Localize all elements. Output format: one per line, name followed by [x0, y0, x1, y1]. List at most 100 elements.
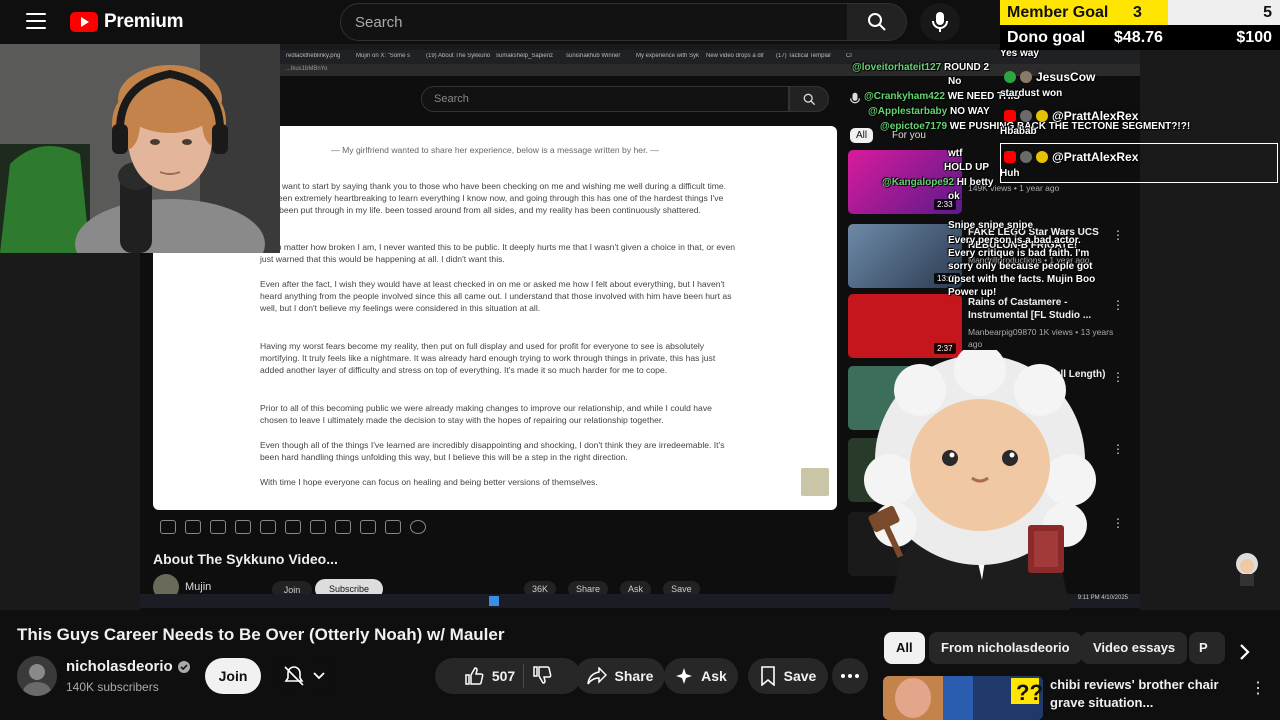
document-paragraph: With time I hope everyone can focus on h…	[260, 477, 598, 487]
voice-search-button[interactable]	[920, 3, 960, 41]
member-goal-label: Member Goal	[1007, 4, 1109, 21]
side-video-title[interactable]: chibi reviews' brother chair grave situa…	[1050, 676, 1240, 712]
document-paragraph: ere, I want to start by saying thank you…	[260, 181, 727, 215]
chip-partial[interactable]: P	[1189, 632, 1225, 664]
thumbs-down-icon	[533, 665, 552, 684]
webcam-feed	[0, 44, 280, 253]
dono-goal: Dono goal $48.76 $100	[1000, 25, 1280, 50]
toolbar-icon	[310, 520, 326, 534]
search-icon	[867, 13, 886, 31]
streamer-webcam-image	[0, 44, 280, 253]
browser-tab: New video drops a dif	[706, 53, 764, 59]
browser-tab: sunishakhub Winner	[566, 53, 621, 59]
browser-tab: My experience with Syk	[636, 53, 700, 59]
avatar-thumbnail	[801, 468, 829, 496]
more-icon: ⋮	[1112, 370, 1124, 384]
toolbar-icon	[385, 520, 401, 534]
chat-message: @Crankyham422 WE NEED THIS	[864, 91, 1020, 102]
chat-message: Snipe snipe snipe	[948, 220, 1034, 231]
chat-username: @PrattAlexRex	[1052, 109, 1139, 123]
logo-text: Premium	[104, 11, 184, 32]
more-actions-button[interactable]	[832, 658, 868, 694]
toolbar-icon	[160, 520, 176, 534]
chat-message: stardust won	[1000, 88, 1063, 99]
more-icon: ⋮	[1112, 228, 1124, 242]
youtube-premium-logo[interactable]: Premium	[70, 11, 184, 33]
browser-tab: (17) Tactical Templar	[776, 53, 832, 59]
ask-label: Ask	[701, 668, 727, 684]
search-input[interactable]: Search	[340, 3, 848, 41]
more-icon: ⋮	[1112, 298, 1124, 312]
browser-tab: (19) About The Sykkuno	[426, 53, 491, 59]
document-paragraph: gh no matter how broken I am, I never wa…	[260, 242, 736, 264]
video-title: This Guys Career Needs to Be Over (Otter…	[17, 625, 505, 644]
sparkle-icon	[676, 668, 693, 684]
captured-rec-item: 2:37 Rains of Castamere - Instrumental […	[848, 294, 1134, 358]
toolbar-icon	[235, 520, 251, 534]
thumbs-up-icon	[465, 667, 484, 685]
like-count: 507	[491, 668, 516, 684]
more-icon: ⋮	[1112, 442, 1124, 456]
more-vertical-icon[interactable]: ⋮	[1250, 678, 1266, 698]
live-chat-overlay: Yes way @loveitorhateit127 ROUND 2 No @C…	[848, 48, 1280, 298]
member-goal: Member Goal 3 5	[1000, 0, 1280, 25]
search-placeholder: Search	[355, 13, 403, 31]
dislike-button[interactable]	[532, 665, 552, 688]
chevron-right-icon[interactable]	[1232, 640, 1256, 664]
member-goal-current: 3	[1133, 4, 1142, 21]
toolbar-icon	[210, 520, 226, 534]
like-divider	[523, 664, 525, 688]
toolbar-icon	[360, 520, 376, 534]
member-goal-target: 5	[1263, 4, 1272, 21]
dono-goal-target: $100	[1236, 29, 1272, 46]
toolbar-icon	[335, 520, 351, 534]
join-button[interactable]: Join	[205, 658, 261, 694]
captured-search-button	[789, 86, 829, 112]
verified-icon	[177, 660, 190, 673]
chat-message: Every person is a bad actor. Every criti…	[948, 235, 1096, 298]
document-paragraph: Prior to all of this becoming public we …	[260, 403, 712, 425]
browser-tab: Mujin on X: "Some s	[356, 53, 411, 59]
ask-button[interactable]: Ask	[664, 658, 738, 694]
judge-mascot-image	[864, 350, 1096, 610]
like-dislike-group: 507	[435, 658, 581, 694]
toolbar-icon	[285, 520, 301, 534]
share-label: Share	[614, 668, 654, 684]
channel-avatar[interactable]	[17, 656, 57, 696]
captured-video-title: About The Sykkuno Video...	[153, 551, 338, 567]
chip-all[interactable]: All	[884, 632, 925, 664]
youtube-badge-icon	[1004, 110, 1016, 122]
captured-toolbar	[160, 520, 426, 534]
join-label: Join	[218, 668, 248, 684]
captured-channel-name: Mujin	[185, 581, 212, 593]
chip-from-channel[interactable]: From nicholasdeorio	[929, 632, 1082, 664]
chat-username: JesusCow	[1036, 70, 1096, 84]
dono-goal-current: $48.76	[1114, 29, 1163, 46]
user-avatar	[1020, 110, 1032, 122]
user-avatar	[1020, 71, 1032, 83]
captured-search-placeholder: Search	[434, 93, 469, 105]
channel-name-text: nicholasdeorio	[66, 658, 173, 675]
browser-tab: sumakshelp_Sapienz	[496, 53, 554, 59]
save-button[interactable]: Save	[748, 658, 828, 694]
dono-goal-label: Dono goal	[1007, 29, 1086, 46]
side-video-thumbnail[interactable]: ??	[883, 676, 1043, 720]
gear-icon	[410, 520, 426, 534]
member-badge-icon	[1004, 71, 1016, 83]
chevron-down-icon	[313, 672, 325, 680]
document-paragraph: Having my worst fears become my reality,…	[260, 341, 716, 375]
notifications-button[interactable]	[272, 658, 336, 694]
share-button[interactable]: Share	[575, 658, 665, 694]
chat-message: No	[948, 76, 962, 87]
toolbar-icon	[185, 520, 201, 534]
channel-name[interactable]: nicholasdeorio	[66, 658, 190, 675]
share-icon	[586, 667, 607, 685]
mini-mascot-icon	[1234, 552, 1260, 586]
toolbar-icon	[260, 520, 276, 534]
save-label: Save	[783, 668, 817, 684]
menu-icon[interactable]	[26, 13, 46, 29]
like-button[interactable]: 507	[464, 666, 515, 686]
microphone-icon	[932, 12, 948, 32]
chip-video-essays[interactable]: Video essays	[1081, 632, 1188, 664]
search-button[interactable]	[847, 3, 907, 41]
